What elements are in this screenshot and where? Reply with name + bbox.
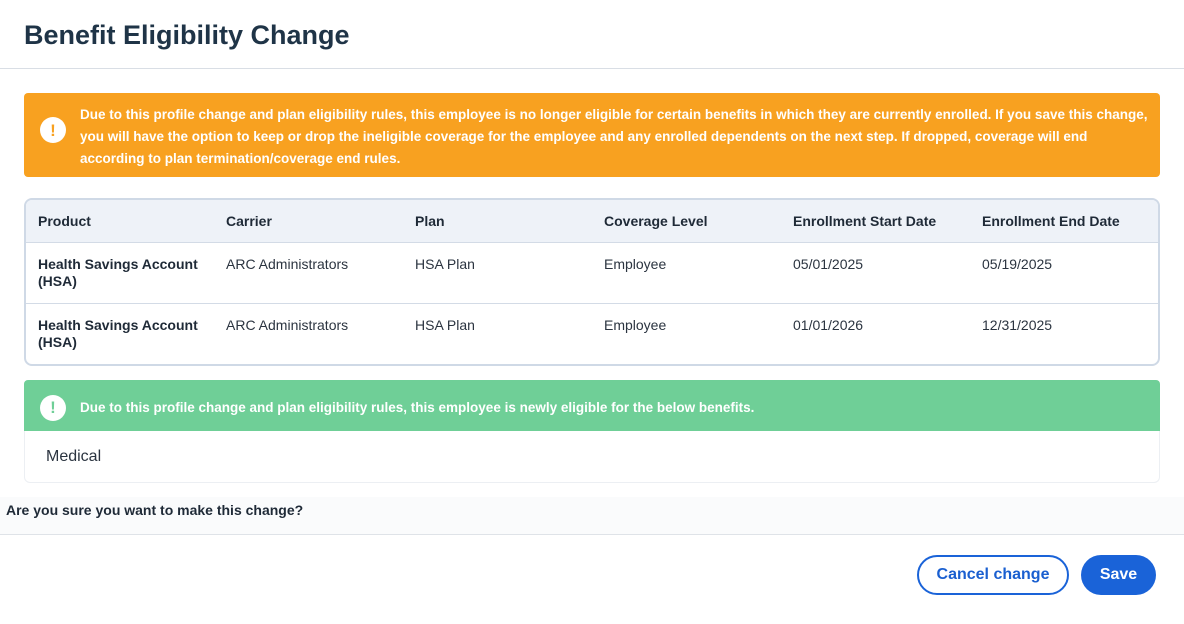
list-item: Medical bbox=[46, 447, 102, 465]
confirm-question: Are you sure you want to make this chang… bbox=[6, 502, 304, 518]
column-header-end-date: Enrollment End Date bbox=[970, 200, 1158, 243]
new-benefits-list: Medical bbox=[24, 431, 1160, 483]
cell-end-date: 12/31/2025 bbox=[982, 316, 1053, 333]
page-title: Benefit Eligibility Change bbox=[24, 19, 350, 50]
ineligible-benefits-table: Product Carrier Plan Coverage Level Enro… bbox=[24, 198, 1160, 366]
cell-coverage-level: Employee bbox=[604, 316, 667, 333]
column-header-start-date: Enrollment Start Date bbox=[781, 200, 970, 243]
cell-plan: HSA Plan bbox=[415, 316, 475, 333]
eligible-info-banner: ! Due to this profile change and plan el… bbox=[24, 380, 1160, 431]
column-header-plan: Plan bbox=[403, 200, 592, 243]
column-header-product: Product bbox=[26, 200, 214, 243]
cell-start-date: 01/01/2026 bbox=[793, 316, 864, 333]
cancel-change-button[interactable]: Cancel change bbox=[917, 555, 1069, 595]
cell-product: Health Savings Account (HSA) bbox=[26, 242, 214, 304]
ineligible-warning-text: Due to this profile change and plan elig… bbox=[80, 107, 1148, 166]
cell-carrier: ARC Administrators bbox=[214, 242, 403, 304]
cell-carrier: ARC Administrators bbox=[226, 316, 349, 333]
column-header-carrier: Carrier bbox=[214, 200, 403, 243]
cell-plan: HSA Plan bbox=[403, 242, 592, 304]
exclamation-circle-icon: ! bbox=[40, 117, 66, 143]
save-button[interactable]: Save bbox=[1081, 555, 1156, 595]
table-row: Health Savings Account (HSA) ARC Adminis… bbox=[26, 303, 1158, 364]
eligible-info-text: Due to this profile change and plan elig… bbox=[80, 399, 755, 415]
cell-product: Health Savings Account (HSA) bbox=[38, 316, 198, 350]
cell-start-date: 05/01/2025 bbox=[781, 242, 970, 304]
ineligible-warning-banner: ! Due to this profile change and plan el… bbox=[24, 93, 1160, 177]
modal-header: Benefit Eligibility Change bbox=[0, 0, 1184, 69]
exclamation-circle-icon: ! bbox=[40, 394, 66, 421]
cell-coverage-level: Employee bbox=[592, 242, 781, 304]
cell-end-date: 05/19/2025 bbox=[970, 242, 1158, 304]
column-header-coverage-level: Coverage Level bbox=[592, 200, 781, 243]
table-header-row: Product Carrier Plan Coverage Level Enro… bbox=[26, 200, 1158, 243]
table-row: Health Savings Account (HSA) ARC Adminis… bbox=[26, 242, 1158, 304]
